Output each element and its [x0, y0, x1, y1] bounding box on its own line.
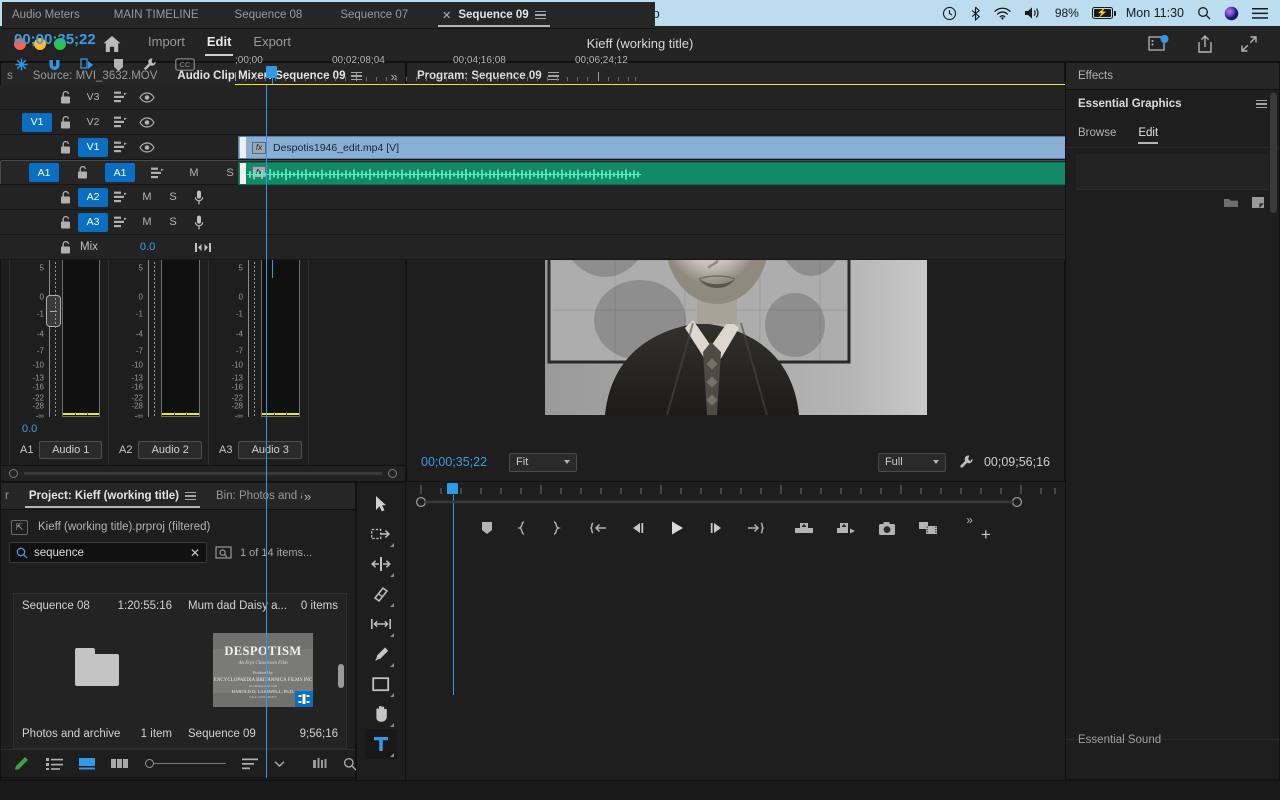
timeline-tabs: Audio Meters MAIN TIMELINE Sequence 08 S… [2, 2, 655, 29]
fx-badge-icon[interactable]: fx [252, 142, 266, 154]
tab-effects[interactable]: Effects [1066, 63, 1279, 90]
sync-lock-icon[interactable] [108, 116, 134, 128]
control-center-icon[interactable] [1252, 7, 1268, 20]
svg-text:CC: CC [180, 60, 191, 69]
snap-magnet-icon[interactable] [47, 57, 62, 72]
track-output-eye-icon[interactable] [134, 92, 160, 103]
time-machine-icon[interactable] [942, 6, 957, 21]
audio-waveform [247, 165, 641, 184]
tab-sequence-07[interactable]: Sequence 07 [330, 2, 418, 29]
clip-head-marker [240, 137, 246, 158]
tab-audio-meters[interactable]: Audio Meters [2, 2, 90, 29]
target-track-v1[interactable]: V1 [78, 138, 108, 157]
add-marker-icon[interactable] [113, 58, 124, 72]
voice-record-icon[interactable] [186, 215, 212, 230]
tab-sequence-08[interactable]: Sequence 08 [225, 2, 313, 29]
unlock-icon[interactable] [52, 216, 78, 229]
ruler-label-1: 00;02;08;04 [332, 55, 385, 66]
siri-icon[interactable] [1224, 6, 1239, 21]
wifi-icon[interactable] [994, 7, 1011, 20]
source-indicator-v1[interactable] [22, 138, 52, 157]
sync-lock-icon[interactable] [108, 191, 134, 203]
timeline-playhead-line [266, 85, 267, 778]
essential-sound-panel-tab[interactable]: Essential Sound [1066, 739, 1279, 779]
unlock-icon[interactable] [52, 191, 78, 204]
subtab-edit[interactable]: Edit [1138, 127, 1158, 139]
mute-track-a1[interactable]: M [181, 167, 207, 179]
target-track-a2[interactable]: A2 [78, 188, 108, 207]
panel-menu-icon[interactable] [1256, 98, 1267, 111]
unlock-icon[interactable] [69, 166, 95, 179]
source-indicator-v3[interactable] [22, 88, 52, 107]
progress-dashboard-icon[interactable] [1148, 34, 1170, 54]
master-meter-icon[interactable] [195, 242, 211, 253]
subtab-browse[interactable]: Browse [1078, 127, 1116, 139]
source-indicator-mix [22, 238, 52, 257]
ruler-label-0: ;00;00 [235, 55, 263, 66]
timeline-playhead-timecode[interactable]: 00;00;35;22 [14, 31, 96, 48]
spotlight-search-icon[interactable] [1197, 6, 1211, 20]
tab-sequence-09[interactable]: ✕ Sequence 09 [432, 2, 556, 29]
voice-record-icon[interactable] [186, 190, 212, 205]
timeline-tool-icons: CC [14, 57, 195, 72]
solo-track-a2[interactable]: S [160, 191, 186, 203]
captions-cc-icon[interactable]: CC [175, 58, 195, 71]
sync-lock-icon[interactable] [145, 167, 171, 179]
sync-lock-icon[interactable] [108, 216, 134, 228]
track-output-eye-icon[interactable] [134, 117, 160, 128]
unlock-icon[interactable] [52, 116, 78, 129]
share-export-icon[interactable] [1196, 34, 1214, 54]
volume-icon[interactable] [1024, 6, 1042, 20]
timeline-settings-wrench-icon[interactable] [142, 57, 157, 72]
tab-main-timeline[interactable]: MAIN TIMELINE [104, 2, 209, 29]
target-track-a3[interactable]: A3 [78, 213, 108, 232]
app-status-bar [0, 780, 1280, 800]
panel-menu-icon[interactable] [535, 9, 546, 22]
timeline-panel: Audio Meters MAIN TIMELINE Sequence 08 S… [0, 0, 657, 292]
os-clock[interactable]: Mon 11:30 [1126, 6, 1184, 20]
timeline-playhead[interactable] [266, 66, 277, 78]
ruler-label-3: 00;06;24;12 [575, 55, 628, 66]
target-track-a1[interactable]: A1 [105, 163, 135, 182]
nest-sequence-icon[interactable] [14, 57, 29, 72]
target-track-v3[interactable]: V3 [78, 88, 108, 107]
source-indicator-v2[interactable]: V1 [22, 113, 52, 132]
target-track-v2[interactable]: V2 [78, 113, 108, 132]
new-layer-icon[interactable] [1251, 196, 1265, 209]
fullscreen-icon[interactable] [1240, 35, 1258, 53]
clip-name-label: Despotis1946_edit.mp4 [V] [273, 142, 399, 154]
master-gain-value[interactable]: 0.0 [140, 241, 155, 253]
master-track-label: Mix [80, 241, 98, 253]
graphics-layer-actions [1066, 190, 1279, 209]
tab-sequence-09-label: Sequence 09 [458, 9, 528, 21]
essential-graphics-title: Essential Graphics [1078, 98, 1182, 110]
ruler-label-2: 00;04;16;08 [453, 55, 506, 66]
battery-charging-icon[interactable]: ⚡ [1092, 7, 1113, 19]
unlock-icon[interactable] [52, 91, 78, 104]
sync-lock-icon[interactable] [108, 141, 134, 153]
right-dock-panel: Effects Essential Graphics Browse Edit E… [1065, 62, 1280, 780]
new-layer-folder-icon[interactable] [1223, 196, 1239, 209]
right-panel-scrollbar[interactable] [1270, 93, 1277, 213]
essential-graphics-subtabs: Browse Edit [1066, 118, 1279, 148]
clip-head-marker [240, 163, 246, 184]
source-indicator-a2[interactable] [22, 188, 52, 207]
solo-track-a3[interactable]: S [160, 216, 186, 228]
linked-selection-icon[interactable] [80, 57, 95, 72]
sync-lock-icon[interactable] [108, 91, 134, 103]
source-indicator-a3[interactable] [22, 213, 52, 232]
essential-graphics-header: Essential Graphics [1066, 90, 1279, 118]
close-tab-icon[interactable]: ✕ [442, 9, 451, 22]
track-output-eye-icon[interactable] [134, 142, 160, 153]
unlock-icon[interactable] [52, 241, 78, 254]
essential-sound-label: Essential Sound [1078, 734, 1161, 746]
mute-track-a2[interactable]: M [134, 191, 160, 203]
unlock-icon[interactable] [52, 141, 78, 154]
bluetooth-icon[interactable] [970, 6, 981, 21]
battery-percent: 98% [1055, 6, 1079, 20]
mute-track-a3[interactable]: M [134, 216, 160, 228]
graphics-layer-list[interactable] [1076, 154, 1269, 190]
source-indicator-a1[interactable]: A1 [29, 163, 59, 182]
